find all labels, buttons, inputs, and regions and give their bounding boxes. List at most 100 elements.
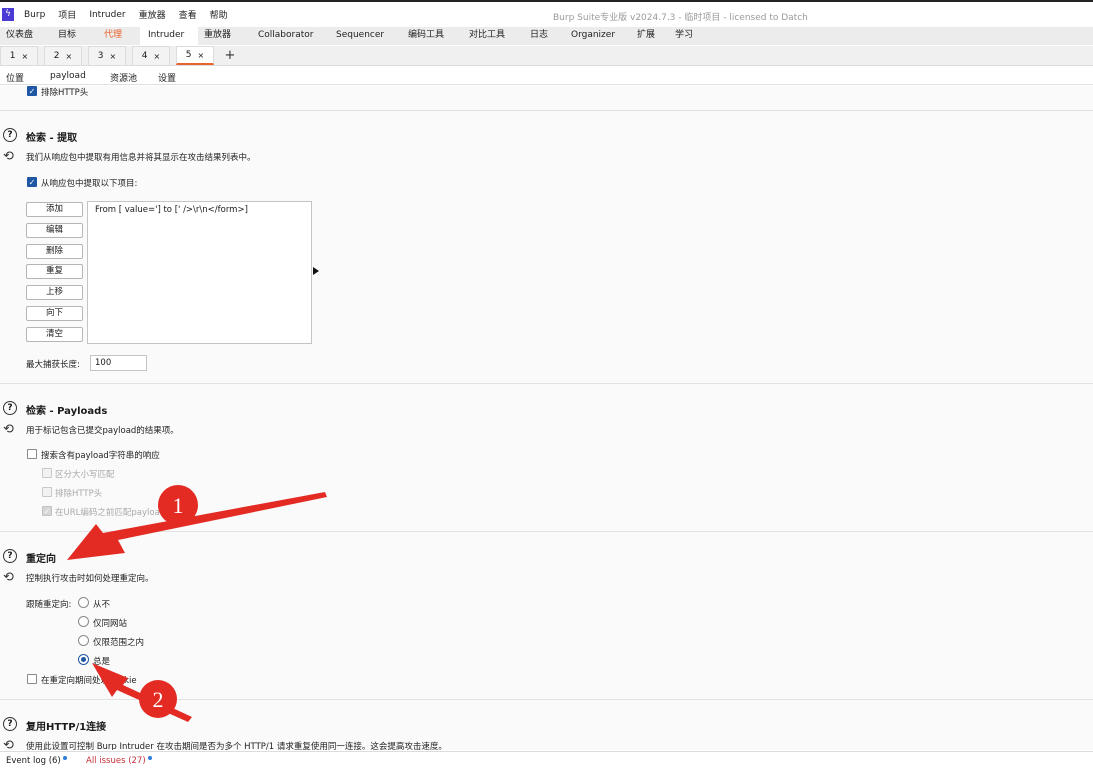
extract-items-label: 从响应包中提取以下项目: <box>41 179 138 189</box>
menu-bar: ϟ Burp 项目 Intruder 重放器 查看 帮助 Burp Suite专… <box>0 0 1093 27</box>
divider <box>0 699 1093 700</box>
tab-sequencer[interactable]: Sequencer <box>328 27 398 45</box>
attack-tab-label: 4 <box>141 51 148 61</box>
attack-tab-label: 1 <box>9 51 16 61</box>
radio-on-site-only[interactable] <box>78 616 89 627</box>
grep-extract-title: 检索 - 提取 <box>26 133 78 144</box>
close-icon[interactable]: × <box>110 52 117 61</box>
help-icon[interactable]: ? <box>3 717 17 731</box>
tab-target[interactable]: 目标 <box>52 27 98 45</box>
reset-icon[interactable]: ⟲ <box>3 739 17 750</box>
intruder-attack-tabs: 1 × 2 × 3 × 4 × 5 × + <box>0 46 1093 66</box>
tab-collaborator[interactable]: Collaborator <box>248 27 328 45</box>
attack-tab-label: 2 <box>53 51 60 61</box>
status-bar: Event log (6) All issues (27) <box>0 751 1093 769</box>
tab-comparer[interactable]: 对比工具 <box>459 27 521 45</box>
add-button[interactable]: 添加 <box>26 202 83 217</box>
max-capture-input[interactable]: 100 <box>90 355 147 371</box>
radio-never[interactable] <box>78 597 89 608</box>
expand-arrow-icon[interactable] <box>313 267 319 275</box>
radio-never-label: 从不 <box>93 600 111 610</box>
subtab-payloads[interactable]: payload <box>50 71 86 81</box>
tab-learn[interactable]: 学习 <box>669 27 709 45</box>
edit-button[interactable]: 编辑 <box>26 223 83 238</box>
radio-always[interactable] <box>78 654 89 665</box>
move-down-button[interactable]: 向下 <box>26 306 83 321</box>
match-before-url-encoding-checkbox[interactable]: ✓ <box>42 506 52 516</box>
tab-intruder[interactable]: Intruder <box>140 27 198 45</box>
radio-in-scope-only-label: 仅限范围之内 <box>93 638 145 648</box>
process-cookies-checkbox[interactable] <box>27 674 37 684</box>
grep-payloads-title: 检索 - Payloads <box>26 406 108 417</box>
attack-tab-5[interactable]: 5 × <box>176 46 214 65</box>
tab-decoder[interactable]: 编码工具 <box>398 27 459 45</box>
match-before-url-encoding-label: 在URL编码之前匹配payloads <box>55 508 170 518</box>
attack-tab-label: 5 <box>185 50 192 60</box>
tab-logger[interactable]: 日志 <box>521 27 563 45</box>
attack-tab-3[interactable]: 3 × <box>88 46 126 65</box>
subtab-positions[interactable]: 位置 <box>6 71 24 84</box>
case-sensitive-checkbox[interactable] <box>42 468 52 478</box>
settings-panel: ✓ 排除HTTP头 ? 检索 - 提取 ⟲ 我们从响应包中提取有用信息并将其显示… <box>0 86 1093 750</box>
extract-items-list[interactable]: From [ value='] to [' />\r\n</form>] <box>87 201 312 344</box>
divider <box>0 110 1093 111</box>
reset-icon[interactable]: ⟲ <box>3 423 17 437</box>
menu-repeater[interactable]: 重放器 <box>139 8 166 21</box>
tab-proxy[interactable]: 代理 <box>98 27 140 45</box>
reset-icon[interactable]: ⟲ <box>3 571 17 585</box>
http1-reuse-description: 使用此设置可控制 Burp Intruder 在攻击期间是否为多个 HTTP/1… <box>26 742 447 750</box>
exclude-http-headers-label: 排除HTTP头 <box>41 88 89 98</box>
divider <box>0 531 1093 532</box>
menu-project[interactable]: 项目 <box>58 8 76 21</box>
list-item[interactable]: From [ value='] to [' />\r\n</form>] <box>95 205 304 215</box>
tool-tabs: 仪表盘 目标 代理 Intruder 重放器 Collaborator Sequ… <box>0 27 1093 45</box>
max-capture-label: 最大捕获长度: <box>26 360 80 370</box>
move-up-button[interactable]: 上移 <box>26 285 83 300</box>
attack-tab-2[interactable]: 2 × <box>44 46 82 65</box>
redirections-description: 控制执行攻击时如何处理重定向。 <box>26 574 154 584</box>
search-payloads-checkbox[interactable] <box>27 449 37 459</box>
divider <box>0 383 1093 384</box>
add-tab-plus-icon[interactable]: + <box>220 46 240 65</box>
help-icon[interactable]: ? <box>3 549 17 563</box>
remove-button[interactable]: 删除 <box>26 244 83 259</box>
exclude-headers-checkbox[interactable] <box>42 487 52 497</box>
clear-button[interactable]: 清空 <box>26 327 83 342</box>
tab-organizer[interactable]: Organizer <box>563 27 629 45</box>
menu-burp[interactable]: Burp <box>24 10 45 20</box>
event-log-link[interactable]: Event log (6) <box>6 756 67 766</box>
case-sensitive-label: 区分大小写匹配 <box>55 470 115 480</box>
close-icon[interactable]: × <box>22 52 29 61</box>
event-log-label: Event log (6) <box>6 756 61 766</box>
exclude-http-headers-checkbox[interactable]: ✓ <box>27 86 37 96</box>
menu-intruder[interactable]: Intruder <box>89 10 125 20</box>
radio-in-scope-only[interactable] <box>78 635 89 646</box>
subtab-resource-pool[interactable]: 资源池 <box>110 71 137 84</box>
tab-extensions[interactable]: 扩展 <box>629 27 669 45</box>
exclude-headers-label: 排除HTTP头 <box>55 489 103 499</box>
close-icon[interactable]: × <box>66 52 73 61</box>
intruder-subtabs: 位置 payload 资源池 设置 <box>0 67 1093 88</box>
help-icon[interactable]: ? <box>3 128 17 142</box>
grep-extract-description: 我们从响应包中提取有用信息并将其显示在攻击结果列表中。 <box>26 153 256 163</box>
tab-dashboard[interactable]: 仪表盘 <box>0 27 52 45</box>
menu-view[interactable]: 查看 <box>179 8 197 21</box>
extract-items-checkbox[interactable]: ✓ <box>27 177 37 187</box>
all-issues-label: All issues (27) <box>86 756 146 766</box>
grep-payloads-description: 用于标记包含已提交payload的结果项。 <box>26 426 179 436</box>
reset-icon[interactable]: ⟲ <box>3 150 17 164</box>
attack-tab-1[interactable]: 1 × <box>0 46 38 65</box>
redirections-title: 重定向 <box>26 554 56 565</box>
duplicate-button[interactable]: 重复 <box>26 264 83 279</box>
process-cookies-label: 在重定向期间处理cookie <box>41 676 137 686</box>
close-icon[interactable]: × <box>198 51 205 60</box>
follow-redirections-label: 跟随重定向: <box>26 600 72 610</box>
attack-tab-label: 3 <box>97 51 104 61</box>
all-issues-link[interactable]: All issues (27) <box>86 756 152 766</box>
radio-always-label: 总是 <box>93 657 111 667</box>
tab-repeater[interactable]: 重放器 <box>198 27 248 45</box>
attack-tab-4[interactable]: 4 × <box>132 46 170 65</box>
menu-help[interactable]: 帮助 <box>210 8 228 21</box>
close-icon[interactable]: × <box>154 52 161 61</box>
help-icon[interactable]: ? <box>3 401 17 415</box>
